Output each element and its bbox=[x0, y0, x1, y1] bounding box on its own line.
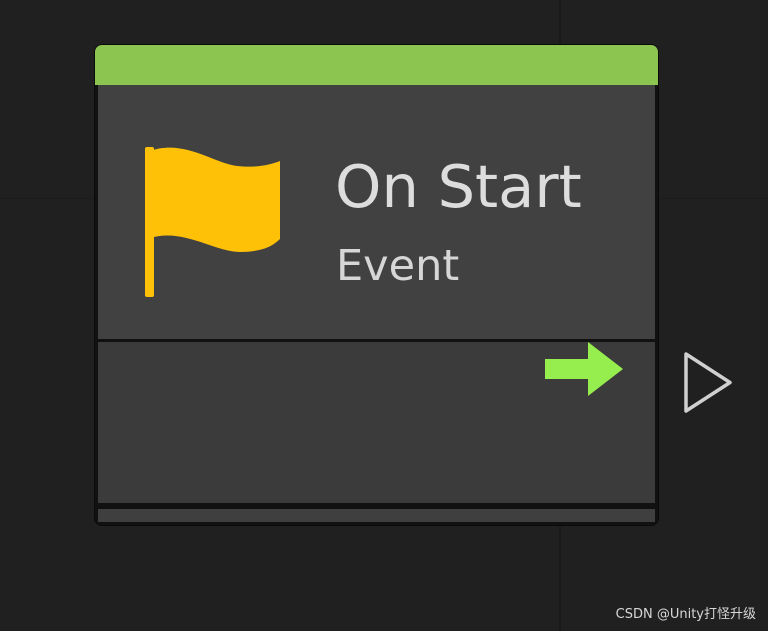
graph-canvas: On Start Event CSDN @Unity打怪升级 bbox=[0, 0, 768, 631]
node-header[interactable]: On Start Event bbox=[98, 85, 655, 339]
flag-icon bbox=[145, 147, 280, 297]
node-title: On Start bbox=[335, 152, 582, 221]
node-footer bbox=[98, 509, 655, 522]
right-arrow-icon[interactable] bbox=[545, 342, 625, 396]
node-subtitle: Event bbox=[336, 241, 460, 291]
watermark-text: CSDN @Unity打怪升级 bbox=[615, 607, 756, 622]
triangle-outline-icon[interactable] bbox=[682, 350, 734, 415]
on-start-event-node[interactable]: On Start Event bbox=[95, 45, 658, 525]
node-header-accent bbox=[95, 45, 658, 85]
